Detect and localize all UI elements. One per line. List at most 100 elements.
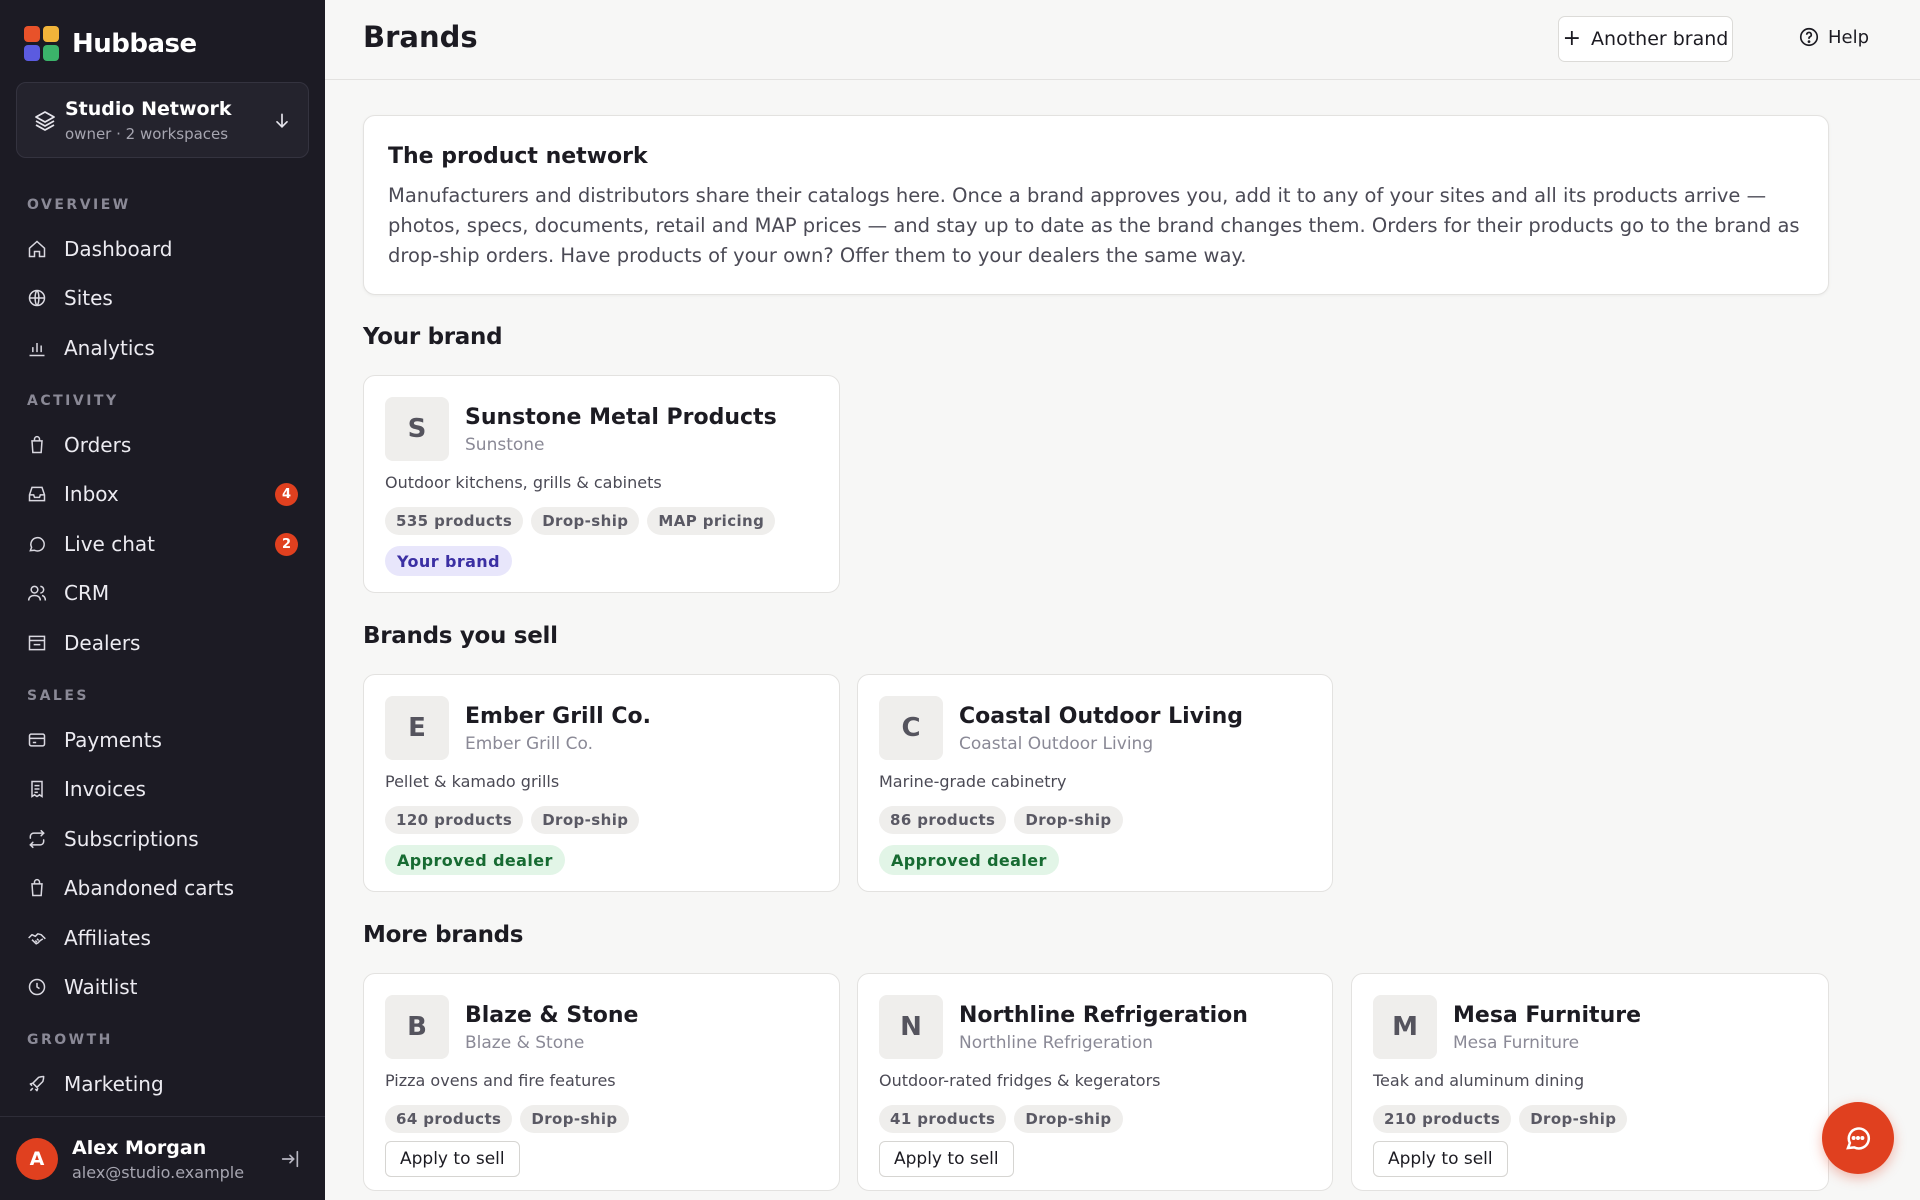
brand-name: Coastal Outdoor Living (959, 704, 1243, 729)
info-title: The product network (388, 144, 648, 169)
layers-icon (35, 111, 55, 131)
logout-icon[interactable] (279, 1148, 301, 1170)
section-title-sales: SALES (27, 688, 89, 704)
sidebar-item-sites[interactable]: Sites (16, 277, 309, 319)
sidebar-item-label: Waitlist (64, 975, 138, 999)
sidebar-item-crm[interactable]: CRM (16, 572, 309, 614)
shopping-bag-icon (26, 877, 48, 899)
brand-card-mesa-furniture[interactable]: M Mesa Furniture Mesa Furniture Teak and… (1351, 973, 1829, 1191)
brand-initial: S (385, 397, 449, 461)
sidebar-item-label: Inbox (64, 482, 119, 506)
user-name: Alex Morgan (72, 1137, 207, 1159)
sidebar-item-dashboard[interactable]: Dashboard (16, 228, 309, 270)
sidebar-item-dealers[interactable]: Dealers (16, 622, 309, 664)
credit-card-icon (26, 729, 48, 751)
brand-initial: E (385, 696, 449, 760)
brand-tags: 210 products Drop-ship (1373, 1105, 1628, 1133)
logo-mark-icon (24, 26, 59, 61)
status-badge: Approved dealer (385, 845, 565, 875)
brand-description: Marine-grade cabinetry (879, 772, 1067, 791)
live-chat-launcher[interactable] (1822, 1102, 1894, 1174)
sidebar-item-label: Sites (64, 286, 113, 310)
sidebar-item-label: Dealers (64, 631, 141, 655)
section-title-activity: ACTIVITY (27, 393, 119, 409)
brand-name: Ember Grill Co. (465, 704, 651, 729)
tag-products: 210 products (1373, 1105, 1512, 1133)
brand-description: Pellet & kamado grills (385, 772, 560, 791)
brand-card-coastal-outdoor[interactable]: C Coastal Outdoor Living Coastal Outdoor… (857, 674, 1333, 892)
brand-card-northline[interactable]: N Northline Refrigeration Northline Refr… (857, 973, 1333, 1191)
apply-to-sell-button[interactable]: Apply to sell (879, 1141, 1014, 1177)
tag-map-pricing: MAP pricing (647, 507, 776, 535)
sidebar-item-orders[interactable]: Orders (16, 424, 309, 466)
shopping-bag-icon (26, 434, 48, 456)
brand-card-sunstone[interactable]: S Sunstone Metal Products Sunstone Outdo… (363, 375, 840, 593)
brand-card-ember-grill[interactable]: E Ember Grill Co. Ember Grill Co. Pellet… (363, 674, 840, 892)
sidebar-item-label: Invoices (64, 777, 146, 801)
app-logo[interactable]: Hubbase (24, 26, 197, 61)
sidebar-item-inbox[interactable]: Inbox 4 (16, 473, 309, 515)
tag-drop-ship: Drop-ship (1014, 1105, 1123, 1133)
workspace-name: Studio Network (65, 98, 232, 120)
tag-drop-ship: Drop-ship (1519, 1105, 1628, 1133)
sidebar-item-waitlist[interactable]: Waitlist (16, 966, 309, 1008)
user-email: alex@studio.example (72, 1163, 245, 1182)
status-badge: Approved dealer (879, 845, 1059, 875)
sidebar-item-marketing[interactable]: Marketing (16, 1063, 309, 1105)
brand-name: Mesa Furniture (1453, 1003, 1642, 1028)
help-icon (1799, 27, 1819, 47)
brand-description: Teak and aluminum dining (1373, 1071, 1585, 1090)
sidebar-item-live-chat[interactable]: Live chat 2 (16, 523, 309, 565)
tag-drop-ship: Drop-ship (520, 1105, 629, 1133)
sidebar-item-payments[interactable]: Payments (16, 719, 309, 761)
tag-products: 535 products (385, 507, 524, 535)
sidebar-item-analytics[interactable]: Analytics (16, 327, 309, 369)
section-heading-your-brand: Your brand (363, 324, 503, 350)
brand-initial: N (879, 995, 943, 1059)
app-name: Hubbase (72, 28, 197, 59)
sidebar-item-label: Subscriptions (64, 827, 199, 851)
avatar[interactable]: A (16, 1138, 58, 1180)
sidebar-item-invoices[interactable]: Invoices (16, 768, 309, 810)
sidebar-item-label: CRM (64, 581, 110, 605)
sidebar: Hubbase Studio Network owner · 2 workspa… (0, 0, 325, 1200)
inbox-count-badge: 4 (275, 483, 298, 506)
bar-chart-icon (26, 337, 48, 359)
users-icon (26, 582, 48, 604)
store-icon (26, 632, 48, 654)
rocket-icon (26, 1073, 48, 1095)
sidebar-item-abandoned-carts[interactable]: Abandoned carts (16, 867, 309, 909)
sidebar-item-label: Live chat (64, 532, 155, 556)
tag-products: 86 products (879, 806, 1007, 834)
brand-initial: C (879, 696, 943, 760)
help-button[interactable]: Help (1798, 26, 1869, 48)
apply-to-sell-button[interactable]: Apply to sell (385, 1141, 520, 1177)
sidebar-item-subscriptions[interactable]: Subscriptions (16, 818, 309, 860)
brand-name: Sunstone Metal Products (465, 405, 777, 430)
brand-short-name: Coastal Outdoor Living (959, 734, 1154, 754)
help-label: Help (1828, 26, 1870, 48)
apply-to-sell-button[interactable]: Apply to sell (1373, 1141, 1508, 1177)
tag-products: 120 products (385, 806, 524, 834)
live-chat-count-badge: 2 (275, 533, 298, 556)
page-title: Brands (363, 20, 478, 54)
workspace-switcher[interactable]: Studio Network owner · 2 workspaces (16, 82, 309, 158)
workspace-role: owner · 2 workspaces (65, 125, 229, 143)
brand-tags: 120 products Drop-ship (385, 806, 640, 834)
section-title-growth: GROWTH (27, 1032, 113, 1048)
brand-short-name: Blaze & Stone (465, 1033, 585, 1053)
brand-description: Outdoor-rated fridges & kegerators (879, 1071, 1161, 1090)
home-icon (26, 238, 48, 260)
brand-tags: 41 products Drop-ship (879, 1105, 1123, 1133)
sidebar-item-affiliates[interactable]: Affiliates (16, 917, 309, 959)
handshake-icon (26, 927, 48, 949)
info-text: Manufacturers and distributors share the… (388, 184, 1800, 267)
arrow-down-icon (276, 113, 288, 129)
section-heading-brands-you-sell: Brands you sell (363, 623, 558, 649)
product-network-info: The product network Manufacturers and di… (363, 115, 1829, 295)
brand-card-blaze-stone[interactable]: B Blaze & Stone Blaze & Stone Pizza oven… (363, 973, 840, 1191)
tag-drop-ship: Drop-ship (531, 806, 640, 834)
brand-short-name: Northline Refrigeration (959, 1033, 1154, 1053)
add-brand-button[interactable]: + Another brand (1558, 16, 1733, 62)
user-profile: A Alex Morgan alex@studio.example (0, 1116, 325, 1200)
